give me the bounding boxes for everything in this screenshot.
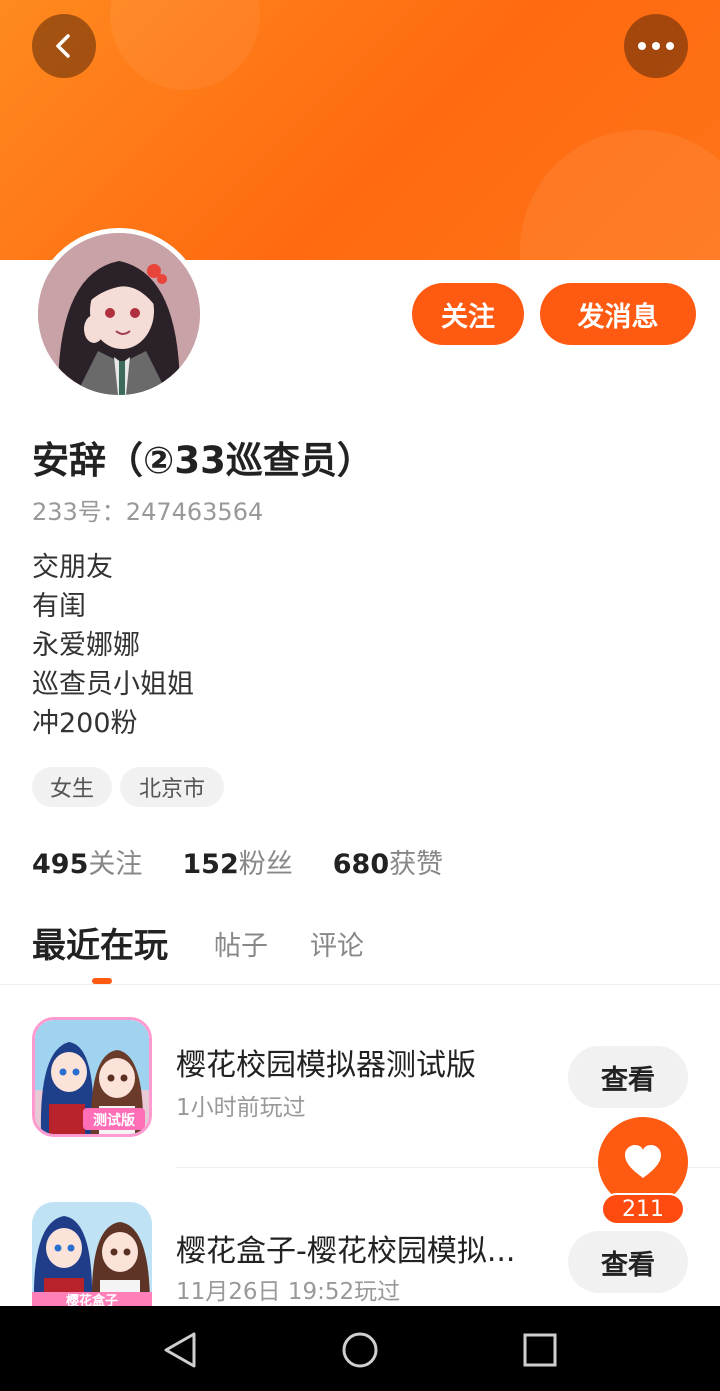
game-title[interactable]: 樱花校园模拟器测试版	[176, 1040, 476, 1084]
profile-stats: 495关注 152粉丝 680获赞	[32, 842, 443, 881]
back-button[interactable]	[32, 14, 96, 78]
view-game-button[interactable]: 查看	[568, 1046, 688, 1108]
profile-name: 安辞（②33巡查员）	[32, 439, 374, 482]
profile-bio: 交朋友 有闺 永爱娜娜 巡查员小姐姐 冲200粉	[32, 548, 194, 743]
heart-icon	[625, 1145, 661, 1178]
bio-line: 有闺	[32, 591, 86, 622]
square-recents-icon	[523, 1333, 557, 1367]
likes-label: 获赞	[389, 849, 444, 880]
game-icon-badge: 测试版	[93, 1112, 135, 1129]
chevron-left-icon	[56, 34, 70, 58]
view-game-button[interactable]: 查看	[568, 1231, 688, 1293]
banner-decoration	[110, 0, 260, 90]
nav-back-button[interactable]	[158, 1328, 202, 1372]
profile-uid: 233号：247463564	[32, 498, 264, 526]
fans-label: 粉丝	[238, 849, 293, 880]
more-dots-icon	[638, 42, 674, 50]
bio-line: 冲200粉	[32, 708, 138, 739]
following-stat[interactable]: 495关注	[32, 842, 142, 881]
divider	[0, 984, 720, 985]
game-title[interactable]: 樱花盒子-樱花校园模拟...	[176, 1226, 532, 1270]
fans-count: 152	[182, 849, 239, 880]
likes-stat[interactable]: 680获赞	[333, 842, 443, 881]
following-label: 关注	[88, 849, 143, 880]
triangle-back-icon	[164, 1332, 196, 1368]
profile-banner	[0, 0, 720, 260]
tab-recently-played[interactable]: 最近在玩	[32, 918, 168, 967]
following-count: 495	[32, 849, 89, 880]
bio-line: 交朋友	[32, 552, 113, 583]
game-played-time: 11月26日 19:52玩过	[176, 1279, 401, 1305]
system-nav-bar	[0, 1306, 720, 1391]
game-played-time: 1小时前玩过	[176, 1095, 306, 1121]
likes-count: 680	[332, 849, 390, 880]
follow-button[interactable]: 关注	[412, 283, 524, 345]
circle-home-icon	[342, 1332, 378, 1368]
more-button[interactable]	[624, 14, 688, 78]
nav-recents-button[interactable]	[518, 1328, 562, 1372]
tab-comments[interactable]: 评论	[310, 924, 364, 963]
fans-stat[interactable]: 152粉丝	[182, 842, 292, 881]
like-count-badge: 211	[601, 1193, 685, 1225]
nav-home-button[interactable]	[338, 1328, 382, 1372]
game-icon[interactable]: 樱花盒子	[32, 1202, 152, 1306]
avatar[interactable]	[33, 228, 205, 400]
game-icon-badge: 樱花盒子	[66, 1293, 118, 1306]
avatar-image	[38, 233, 200, 395]
bio-line: 巡查员小姐姐	[32, 669, 194, 700]
send-message-button[interactable]: 发消息	[540, 283, 696, 345]
banner-decoration	[520, 130, 720, 260]
game-icon[interactable]: 测试版	[32, 1017, 152, 1137]
bio-line: 永爱娜娜	[32, 630, 140, 661]
gender-tag: 女生	[32, 767, 112, 807]
tab-posts[interactable]: 帖子	[214, 924, 268, 963]
city-tag: 北京市	[120, 767, 224, 807]
